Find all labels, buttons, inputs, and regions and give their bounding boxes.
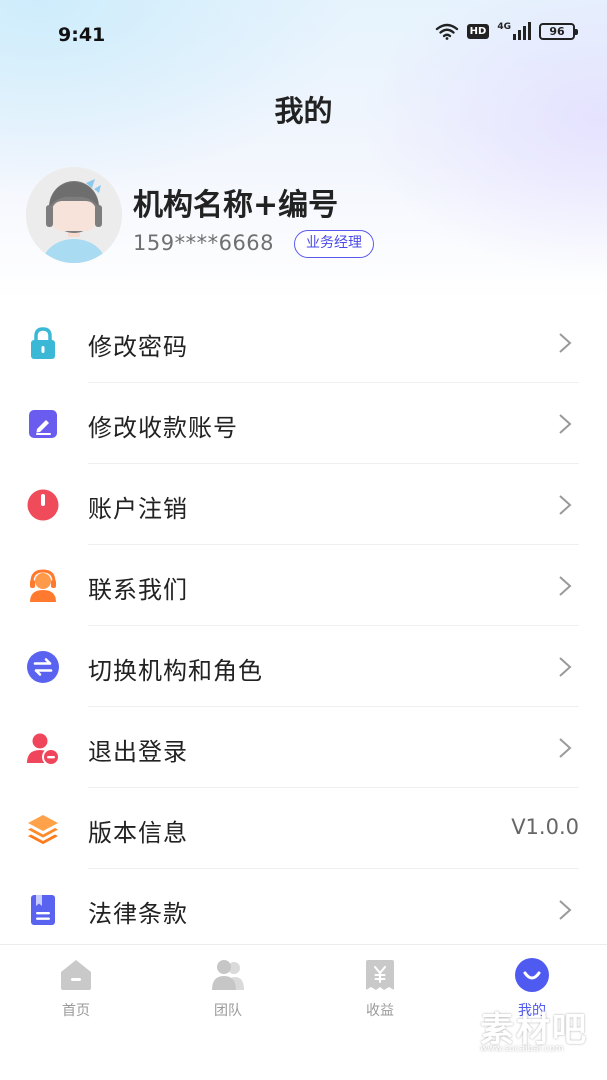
menu-item-label: 退出登录 (88, 738, 188, 766)
menu-item-version-info[interactable]: 版本信息 V1.0.0 (0, 788, 607, 869)
menu-item-label: 切换机构和角色 (88, 657, 263, 685)
tab-label: 团队 (214, 1003, 242, 1019)
menu-item-label: 法律条款 (88, 900, 188, 928)
book-icon (31, 895, 55, 925)
switch-icon (27, 651, 59, 683)
chevron-right-icon (559, 576, 572, 596)
home-icon (61, 960, 91, 990)
earnings-icon (366, 960, 394, 990)
power-icon (27, 489, 59, 521)
menu-item-label: 修改密码 (88, 333, 188, 361)
menu-item-legal-terms[interactable]: 法律条款 (0, 869, 607, 950)
menu-item-label: 联系我们 (88, 576, 188, 604)
menu-item-label: 账户注销 (88, 495, 188, 523)
tab-team[interactable]: 团队 (188, 957, 268, 1020)
menu-item-change-password[interactable]: 修改密码 (0, 302, 607, 383)
chevron-right-icon (559, 333, 572, 353)
battery-level: 96 (549, 24, 565, 38)
page-title: 我的 (274, 94, 333, 128)
layers-icon (28, 815, 58, 845)
menu-item-account-cancellation[interactable]: 账户注销 (0, 464, 607, 545)
network-type-label: 4G (497, 22, 511, 32)
phone-number: 159****6668 (133, 231, 275, 255)
status-time: 9:41 (58, 24, 106, 46)
edit-icon (29, 410, 57, 438)
menu-item-switch-org-role[interactable]: 切换机构和角色 (0, 626, 607, 707)
headset-icon (30, 569, 56, 602)
chevron-right-icon (559, 657, 572, 677)
status-bar: 9:41 HD 4G 96 (0, 0, 607, 70)
role-badge: 业务经理 (294, 230, 374, 258)
menu-item-label: 修改收款账号 (88, 414, 238, 442)
team-icon (212, 960, 244, 990)
girl-avatar-icon (26, 167, 122, 263)
watermark-logo-icon (425, 998, 471, 1057)
chevron-right-icon (559, 495, 572, 515)
signal-icon (513, 22, 531, 40)
chevron-right-icon (559, 900, 572, 920)
version-value: V1.0.0 (511, 815, 579, 839)
hd-icon: HD (466, 23, 490, 39)
wifi-icon (435, 23, 458, 40)
user-logout-icon (27, 733, 60, 765)
chevron-right-icon (559, 414, 572, 434)
settings-menu: 修改密码 修改收款账号 账户注销 联系我们 切换机构和角色 退出登录 版本信息 … (0, 302, 607, 950)
tab-label: 首页 (62, 1003, 90, 1019)
status-icons: HD 4G 96 (435, 22, 578, 40)
watermark-url: www.sucaibar.com (480, 1044, 564, 1054)
tab-label: 收益 (366, 1003, 394, 1019)
tab-earnings[interactable]: 收益 (340, 957, 420, 1020)
lock-icon (31, 327, 55, 359)
org-name: 机构名称+编号 (133, 188, 339, 223)
avatar[interactable] (26, 167, 122, 263)
tab-home[interactable]: 首页 (36, 957, 116, 1020)
chevron-right-icon (559, 738, 572, 758)
menu-item-contact-us[interactable]: 联系我们 (0, 545, 607, 626)
menu-item-change-payment-account[interactable]: 修改收款账号 (0, 383, 607, 464)
battery-icon: 96 (539, 22, 578, 40)
menu-item-label: 版本信息 (88, 819, 188, 847)
profile-smile-icon (515, 958, 549, 992)
menu-item-logout[interactable]: 退出登录 (0, 707, 607, 788)
watermark: 素材吧 www.sucaibar.com (424, 996, 594, 1062)
